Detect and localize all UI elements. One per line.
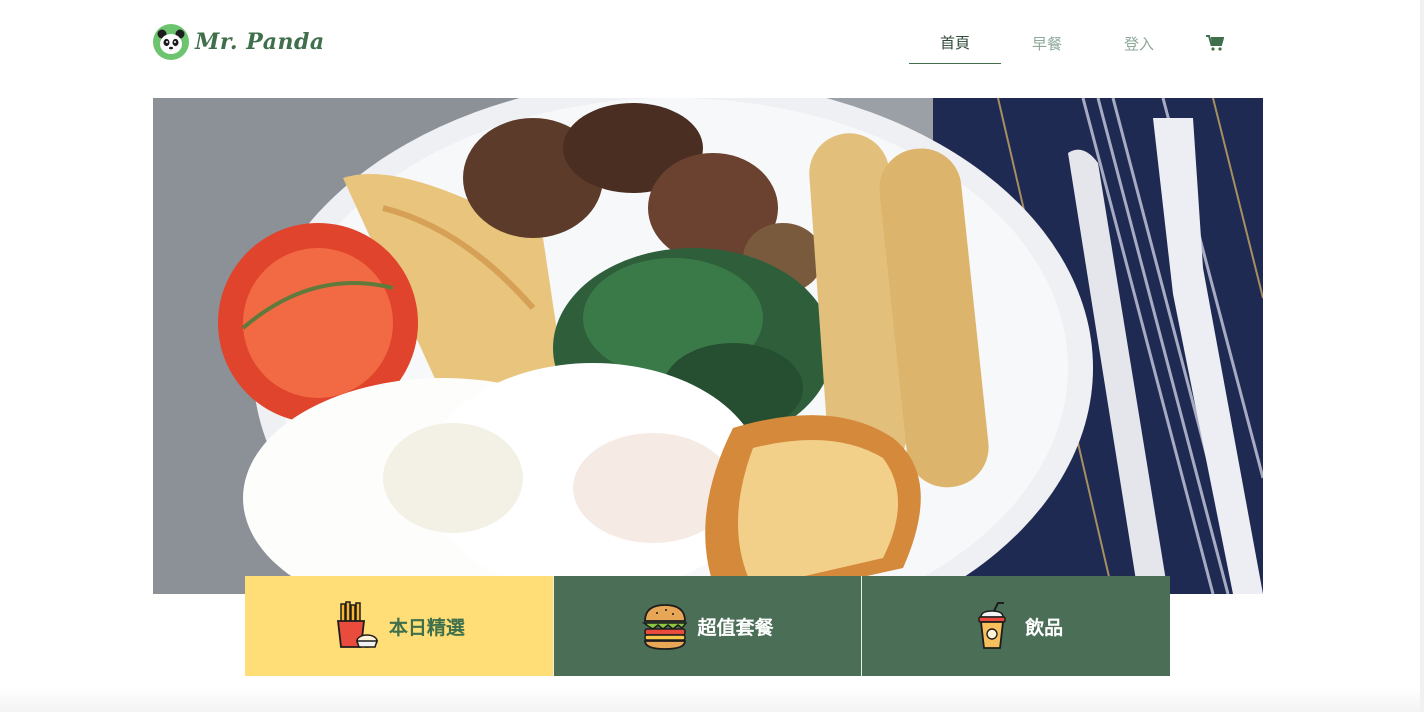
breakfast-plate-photo xyxy=(153,98,1263,594)
scrollbar[interactable] xyxy=(1420,0,1424,712)
nav-home[interactable]: 首頁 xyxy=(909,22,1001,64)
fries-icon xyxy=(336,601,378,648)
footer-shadow xyxy=(0,688,1420,712)
hero-banner xyxy=(153,98,1263,594)
category-tabs: 本日精選 超值套餐 飲品 xyxy=(245,576,1171,676)
panda-face-icon xyxy=(153,24,189,60)
site-header: Mr. Panda 首頁 早餐 登入 xyxy=(153,22,1263,64)
shopping-cart-icon xyxy=(1206,35,1224,51)
nav-login[interactable]: 登入 xyxy=(1093,22,1185,64)
brand-name: Mr. Panda xyxy=(195,29,325,55)
category-drinks-label: 飲品 xyxy=(1025,616,1064,639)
page: Mr. Panda 首頁 早餐 登入 本日精選 超值套餐 飲品 xyxy=(0,0,1424,712)
category-drinks[interactable]: 飲品 xyxy=(861,576,1171,676)
burger-icon xyxy=(641,604,688,650)
category-combo-label: 超值套餐 xyxy=(697,616,774,639)
category-combo[interactable]: 超值套餐 xyxy=(552,576,862,676)
category-featured[interactable]: 本日精選 xyxy=(245,576,553,676)
cart-button[interactable] xyxy=(1185,22,1245,64)
brand-logo[interactable]: Mr. Panda xyxy=(153,24,325,60)
main-nav: 首頁 早餐 登入 xyxy=(909,22,1245,64)
category-featured-label: 本日精選 xyxy=(388,616,465,639)
drink-cup-icon xyxy=(978,602,1006,649)
nav-breakfast[interactable]: 早餐 xyxy=(1001,22,1093,64)
